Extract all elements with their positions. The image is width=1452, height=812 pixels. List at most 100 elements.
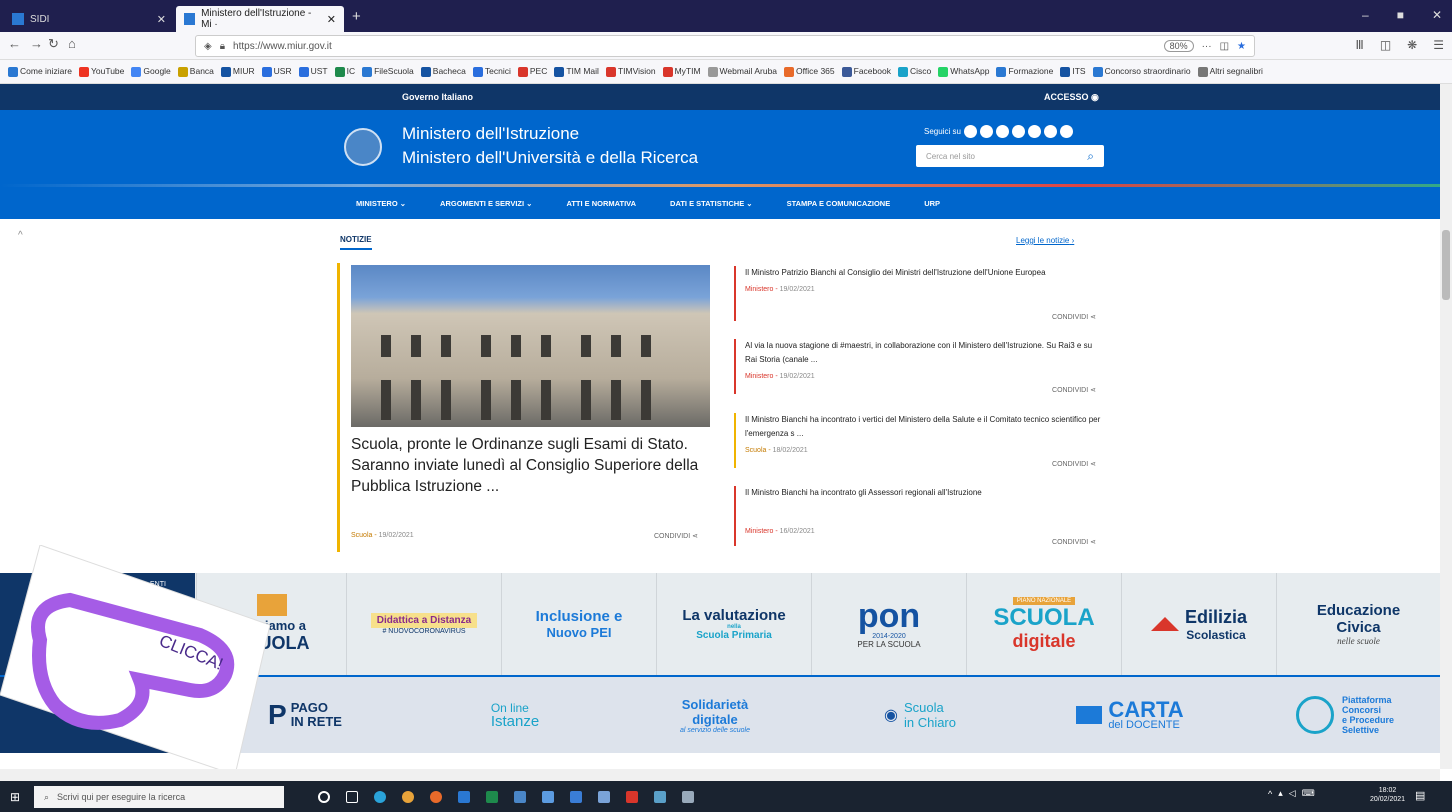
banner-piattaforma-concorsi[interactable]: Piattaforma Concorsi e Procedure Selettive	[1255, 677, 1435, 753]
news-item[interactable]: Il Ministro Bianchi ha incontrato gli As…	[734, 486, 1104, 546]
chrome-icon[interactable]	[402, 791, 414, 803]
bookmark-star-icon[interactable]: ★	[1237, 41, 1246, 52]
linkedin-icon[interactable]	[1059, 125, 1073, 138]
cortana-icon[interactable]	[318, 791, 330, 803]
bookmark-item[interactable]: TIMVision	[605, 66, 656, 77]
banner-valutazione[interactable]: La valutazione nella Scuola Primaria	[656, 573, 811, 675]
youtube-icon[interactable]	[995, 125, 1009, 138]
menu-item-ministero[interactable]: MINISTERO ⌄	[356, 199, 406, 208]
site-search-input[interactable]: Cerca nel sito ⌕	[916, 145, 1104, 167]
zoom-level[interactable]: 80%	[1163, 40, 1194, 52]
banner-educazione-civica[interactable]: Educazione Civica nelle scuole	[1276, 573, 1440, 675]
bookmark-item[interactable]: Bacheca	[420, 66, 466, 77]
bookmark-item[interactable]: WhatsApp	[938, 66, 989, 77]
taskbar-search-input[interactable]: ⌕ Scrivi qui per eseguire la ricerca	[34, 786, 284, 808]
menu-icon[interactable]: ☰	[1433, 38, 1444, 52]
network-icon[interactable]: ▴	[1278, 788, 1283, 799]
media-icon[interactable]	[626, 791, 638, 803]
bookmark-item[interactable]: Altri segnalibri	[1197, 66, 1263, 77]
banner-inclusione[interactable]: Inclusione e Nuovo PEI	[501, 573, 656, 675]
banner-istanze-online[interactable]: On line Istanze	[440, 677, 590, 753]
url-bar[interactable]: ◈ 🔒︎ https://www.miur.gov.it 80% ··· ◫ ★	[195, 35, 1255, 57]
bookmark-item[interactable]: ITS	[1060, 66, 1086, 77]
read-all-news-link[interactable]: Leggi le notizie ›	[1016, 236, 1074, 245]
bookmark-item[interactable]: FileScuola	[362, 66, 414, 77]
close-tab-icon[interactable]: ✕	[157, 13, 166, 26]
edge-icon[interactable]	[374, 791, 386, 803]
menu-item-urp[interactable]: URP	[924, 199, 940, 208]
bookmark-item[interactable]: Google	[131, 66, 171, 77]
bookmark-item[interactable]: YouTube	[78, 66, 124, 77]
banner-didattica-distanza[interactable]: Didattica a Distanza # NUOVOCORONAVIRUS	[346, 573, 501, 675]
app-icon[interactable]	[654, 791, 666, 803]
bookmark-item[interactable]: IC	[334, 66, 355, 77]
menu-item-argomenti[interactable]: ARGOMENTI E SERVIZI ⌄	[440, 199, 532, 208]
vertical-scrollbar[interactable]	[1440, 84, 1452, 769]
instagram-icon[interactable]	[1043, 125, 1057, 138]
main-news-title[interactable]: Scuola, pronte le Ordinanze sugli Esami …	[351, 434, 707, 497]
clicca-overlay[interactable]: CLICCA!	[0, 545, 270, 775]
news-item-title[interactable]: Al via la nuova stagione di #maestri, in…	[745, 339, 1104, 367]
share-button[interactable]: CONDIVIDI ⋖	[654, 532, 698, 540]
close-window-icon[interactable]: ✕	[1432, 8, 1442, 22]
banner-edilizia[interactable]: Edilizia Scolastica	[1121, 573, 1276, 675]
app2-icon[interactable]	[682, 791, 694, 803]
tab-ministero[interactable]: Ministero dell'Istruzione - Mi · ✕	[176, 6, 344, 32]
notifications-icon[interactable]: ▤	[1415, 789, 1425, 802]
windows-start-icon[interactable]: ⊞	[10, 790, 20, 804]
bookmark-item[interactable]: Cisco	[897, 66, 931, 77]
menu-item-atti[interactable]: ATTI E NORMATIVA	[566, 199, 636, 208]
news-section-tab[interactable]: NOTIZIE	[340, 235, 372, 250]
bookmark-item[interactable]: TIM Mail	[554, 66, 599, 77]
news-item-title[interactable]: Il Ministro Bianchi ha incontrato i vert…	[745, 413, 1104, 441]
scrollbar-thumb[interactable]	[1442, 230, 1450, 300]
volume-icon[interactable]: ◁	[1289, 788, 1296, 799]
facebook-icon[interactable]	[979, 125, 993, 138]
access-link[interactable]: ACCESSO ◉	[1044, 92, 1099, 103]
home-icon[interactable]: ⌂	[68, 36, 76, 51]
banner-carta-docente[interactable]: CARTA del DOCENTE	[1050, 677, 1210, 753]
back-arrow-icon[interactable]: ←	[8, 36, 21, 51]
telegram-icon[interactable]	[1027, 125, 1041, 138]
share-button[interactable]: CONDIVIDI ⋖	[1052, 386, 1096, 394]
extension-icon[interactable]: ❋	[1407, 38, 1417, 52]
settings-icon[interactable]	[598, 791, 610, 803]
news-item[interactable]: Al via la nuova stagione di #maestri, in…	[734, 339, 1104, 394]
horizontal-scrollbar[interactable]	[0, 769, 1440, 781]
news-item[interactable]: Il Ministro Bianchi ha incontrato i vert…	[734, 413, 1104, 468]
word-icon[interactable]	[458, 791, 470, 803]
bookmark-item[interactable]: UST	[298, 66, 328, 77]
bookmark-item[interactable]: Banca	[177, 66, 214, 77]
new-tab-button[interactable]: +	[352, 8, 361, 25]
bookmark-item[interactable]: MyTIM	[662, 66, 701, 77]
bookmark-item[interactable]: USR	[261, 66, 292, 77]
share-button[interactable]: CONDIVIDI ⋖	[1052, 313, 1096, 321]
banner-solidarieta-digitale[interactable]: Solidarietà digitale al servizio delle s…	[630, 677, 800, 753]
bookmark-item[interactable]: PEC	[517, 66, 547, 77]
banner-scuola-digitale[interactable]: PIANO NAZIONALE SCUOLA digitale	[966, 573, 1121, 675]
bookmark-item[interactable]: Tecnici	[472, 66, 511, 77]
library-icon[interactable]: Ⅲ	[1356, 38, 1364, 52]
site-title-line1[interactable]: Ministero dell'Istruzione	[402, 124, 579, 144]
excel-icon[interactable]	[486, 791, 498, 803]
banner-scuola-in-chiaro[interactable]: ◉ Scuola in Chiaro	[850, 677, 990, 753]
close-tab-icon[interactable]: ✕	[327, 13, 336, 26]
more-actions-icon[interactable]: ···	[1202, 41, 1212, 52]
pocket-icon[interactable]: ◫	[1220, 41, 1229, 52]
share-button[interactable]: CONDIVIDI ⋖	[1052, 538, 1096, 546]
flickr-icon[interactable]	[1011, 125, 1025, 138]
reload-icon[interactable]: ↻	[48, 36, 59, 52]
banner-pon[interactable]: pon 2014-2020 PER LA SCUOLA	[811, 573, 966, 675]
forward-arrow-icon[interactable]: →	[30, 36, 43, 51]
bookmark-item[interactable]: Facebook	[841, 66, 891, 77]
news-item-title[interactable]: Il Ministro Bianchi ha incontrato gli As…	[745, 486, 1104, 500]
bookmark-item[interactable]: MIUR	[220, 66, 255, 77]
bookmark-item[interactable]: Come iniziare	[8, 66, 72, 77]
news-image[interactable]	[351, 265, 710, 427]
mail-icon[interactable]	[514, 791, 526, 803]
task-view-icon[interactable]	[346, 791, 358, 803]
minimize-icon[interactable]: –	[1362, 8, 1369, 22]
menu-item-stampa[interactable]: STAMPA E COMUNICAZIONE	[787, 199, 891, 208]
republic-emblem-icon[interactable]	[344, 128, 382, 166]
firefox-icon[interactable]	[430, 791, 442, 803]
